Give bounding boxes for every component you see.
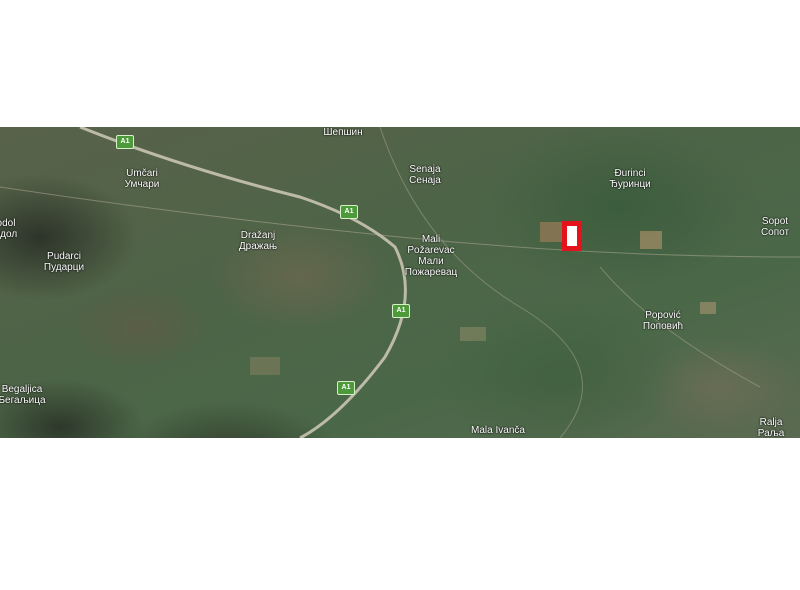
- road-shield-a1: A1: [340, 205, 358, 219]
- place-label-sepsin-line-1: Шепшин: [323, 127, 363, 138]
- place-label-umcari-line-2: Умчари: [124, 179, 160, 190]
- place-label-mala-ivanca: Mala Ivanča: [471, 425, 525, 436]
- place-label-mali-pozarevac: Mali Požarevac Мали Пожаревац: [405, 234, 458, 278]
- place-label-ralja-line-2: Раља: [757, 428, 785, 438]
- place-label-begaljica-line-2: Бегаљица: [0, 395, 46, 406]
- place-label-mali-pozarevac-line-2: Požarevac: [407, 245, 455, 256]
- location-marker[interactable]: [562, 221, 582, 251]
- place-label-mali-pozarevac-line-1: Mali: [421, 234, 441, 245]
- place-label-sepsin: Шепшин: [323, 127, 362, 138]
- place-label-popovic: Popović Поповић: [643, 310, 683, 332]
- satellite-map[interactable]: Шепшин Umčari Умчари Senaja Сенаја Đurin…: [0, 127, 800, 438]
- place-label-drazanj-line-1: Dražanj: [240, 230, 276, 241]
- place-label-ralja-line-1: Ralja: [759, 417, 783, 428]
- place-label-popovic-line-1: Popović: [645, 310, 681, 321]
- place-label-senaja-line-2: Сенаја: [409, 175, 441, 186]
- place-label-durinci-line-2: Ђуринци: [609, 179, 651, 190]
- map-terrain: [0, 127, 800, 438]
- place-label-drazanj: Dražanj Дражањ: [239, 230, 277, 252]
- place-label-mala-ivanca-line-1: Mala Ivanča: [471, 425, 525, 436]
- place-label-begaljica-line-1: Begaljica: [1, 384, 43, 395]
- road-shield-a1: A1: [116, 135, 134, 149]
- place-label-dol-line-2: одол: [0, 229, 18, 240]
- place-label-drazanj-line-2: Дражањ: [238, 241, 278, 252]
- place-label-popovic-line-2: Поповић: [642, 321, 684, 332]
- road-shield-a1: A1: [337, 381, 355, 395]
- place-label-sopot-line-2: Сопот: [760, 227, 790, 238]
- place-label-mali-pozarevac-line-4: Пожаревац: [404, 267, 458, 278]
- place-label-begaljica: Begaljica Бегаљица: [0, 384, 46, 406]
- place-label-pudarci-line-2: Пударци: [43, 262, 85, 273]
- place-label-pudarci: Pudarci Пударци: [44, 251, 84, 273]
- place-label-sopot-line-1: Sopot: [761, 216, 789, 227]
- place-label-durinci-line-1: Đurinci: [614, 168, 646, 179]
- place-label-ralja: Ralja Раља: [758, 417, 785, 438]
- place-label-dol-line-1: odol: [0, 218, 16, 229]
- place-label-umcari: Umčari Умчари: [125, 168, 160, 190]
- place-label-mali-pozarevac-line-3: Мали: [418, 256, 444, 267]
- place-label-dol: odol одол: [0, 218, 17, 240]
- road-shield-a1: A1: [392, 304, 410, 318]
- place-label-pudarci-line-1: Pudarci: [47, 251, 81, 262]
- place-label-senaja-line-1: Senaja: [409, 164, 441, 175]
- place-label-umcari-line-1: Umčari: [126, 168, 158, 179]
- place-label-durinci: Đurinci Ђуринци: [609, 168, 651, 190]
- place-label-sopot: Sopot Сопот: [761, 216, 789, 238]
- place-label-senaja: Senaja Сенаја: [409, 164, 441, 186]
